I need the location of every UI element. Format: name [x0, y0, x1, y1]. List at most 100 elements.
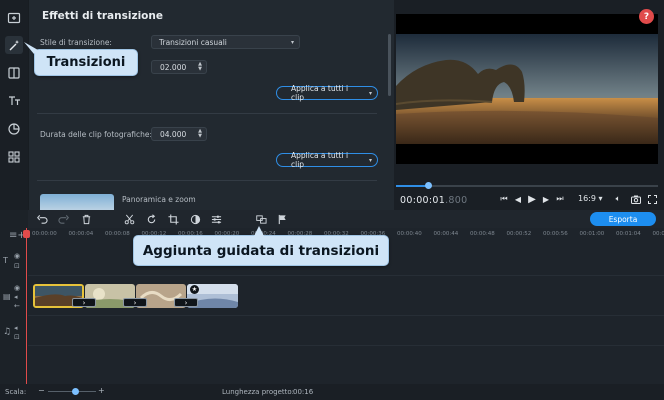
rail-import-button[interactable]: [5, 9, 23, 27]
transition-marker[interactable]: ›: [123, 298, 147, 307]
beach-arch-image: [396, 14, 658, 164]
playhead-handle[interactable]: [23, 230, 30, 238]
apply-all-photos-button[interactable]: Applica a tutti i clip ▾: [276, 151, 378, 169]
skip-end-button[interactable]: ⏭: [554, 193, 566, 205]
panel-title: Effetti di transizione: [42, 10, 163, 22]
aspect-ratio-select[interactable]: 16:9 ▾: [578, 194, 603, 203]
eye-icon[interactable]: ◉: [14, 252, 20, 260]
stickers-icon: [8, 123, 20, 135]
delete-button[interactable]: [80, 213, 92, 225]
crop-icon: [167, 213, 179, 225]
redo-icon: [57, 214, 69, 224]
undo-button[interactable]: [36, 213, 48, 225]
cut-button[interactable]: [123, 213, 135, 225]
star-icon: ★: [190, 285, 199, 294]
scrubber-progress: [396, 185, 428, 187]
scale-label: Scala:: [5, 388, 27, 396]
divider: [37, 113, 377, 114]
rail-more-button[interactable]: [5, 148, 23, 166]
divider: [37, 180, 377, 181]
pan-zoom-label: Panoramica e zoom: [122, 195, 196, 204]
step-back-button[interactable]: ◀: [512, 193, 524, 205]
chevron-down-icon: ▾: [368, 157, 372, 164]
filters-icon: [8, 67, 20, 79]
play-button[interactable]: ▶: [526, 193, 538, 205]
audio-track-icon: ♫: [3, 327, 12, 337]
ruler-tick-label: 00:00:44: [433, 231, 459, 237]
color-adjust-icon: [190, 214, 200, 224]
playback-scrubber[interactable]: [396, 182, 658, 189]
ruler-tick-label: 00:01:08: [652, 231, 664, 237]
transition-style-select[interactable]: Transizioni casuali ▾: [151, 35, 300, 49]
lock-icon[interactable]: ⊡: [14, 333, 20, 341]
speaker-icon[interactable]: ◂: [14, 324, 18, 332]
playhead[interactable]: [26, 228, 27, 384]
transition-wizard-icon: [255, 214, 267, 224]
play-icon: ▶: [528, 193, 536, 205]
export-button[interactable]: Esporta: [590, 212, 656, 226]
scale-slider-handle[interactable]: [72, 388, 79, 395]
rail-filters-button[interactable]: [5, 64, 23, 82]
ruler-tick-label: 00:00:48: [470, 231, 495, 237]
status-bar: Scala: − + Lunghezza progetto: 00:16: [0, 384, 664, 400]
scrubber-handle[interactable]: [425, 182, 432, 189]
eye-icon[interactable]: ◉: [14, 284, 20, 292]
fullscreen-button[interactable]: [646, 193, 658, 205]
skip-end-icon: ⏭: [556, 194, 564, 203]
rotate-icon: [147, 213, 155, 223]
timecode-main: 00:00:01: [400, 195, 446, 206]
ruler-tick-label: 00:00:04: [68, 231, 94, 237]
clip-properties-button[interactable]: [210, 213, 222, 225]
project-length-label: Lunghezza progetto:: [222, 388, 295, 396]
zoom-in-icon[interactable]: +: [98, 386, 105, 395]
chevron-down-icon: ▾: [290, 39, 294, 46]
redo-button[interactable]: [57, 213, 69, 225]
transition-duration-stepper[interactable]: 02.000 ▲ ▼: [151, 60, 207, 74]
panel-scrollbar[interactable]: [388, 34, 391, 96]
volume-button[interactable]: 🔈︎: [612, 193, 624, 205]
rotate-button[interactable]: [145, 213, 157, 225]
photo-duration-value: 04.000: [160, 130, 187, 139]
trash-icon: [82, 214, 90, 224]
zoom-out-icon[interactable]: −: [38, 386, 45, 395]
step-forward-button[interactable]: ▶: [540, 193, 552, 205]
arrow-icon[interactable]: ←: [14, 302, 20, 310]
transition-marker[interactable]: ›: [174, 298, 198, 307]
titles-icon: [9, 96, 20, 105]
preview-area: ? 00:00:01.800 ⏮ ◀ ▶ ▶ ⏭ 16:9 ▾ 🔈︎: [394, 0, 664, 210]
skip-start-button[interactable]: ⏮: [498, 193, 510, 205]
transition-wizard-button[interactable]: [255, 213, 267, 225]
camera-icon: [631, 195, 641, 204]
chevron-right-icon: ›: [184, 298, 188, 307]
lock-icon[interactable]: ⊡: [14, 262, 20, 270]
rail-titles-button[interactable]: [5, 92, 23, 110]
stepper-arrows-icon: ▲ ▼: [198, 128, 202, 139]
video-preview: [396, 14, 658, 164]
crop-button[interactable]: [167, 213, 179, 225]
chevron-right-icon: ›: [133, 298, 137, 307]
pan-zoom-thumbnail[interactable]: [40, 194, 114, 210]
ruler-tick-label: 00:01:04: [616, 231, 641, 237]
rail-stickers-button[interactable]: [5, 120, 23, 138]
stepper-arrows-icon: ▲ ▼: [198, 61, 202, 72]
rail-transitions-button[interactable]: [5, 36, 23, 54]
grid-icon: [8, 151, 20, 163]
audio-track: [28, 316, 664, 346]
step-back-icon: ◀: [514, 194, 522, 204]
help-button[interactable]: ?: [639, 9, 654, 24]
track-controls: ≡+ T ◉ ⊡ ▤ ◉ ◂ ← ♫ ◂ ⊡: [0, 228, 28, 384]
snapshot-button[interactable]: [630, 193, 642, 205]
step-forward-icon: ▶: [542, 194, 550, 204]
chevron-right-icon: ›: [82, 298, 86, 307]
sliders-icon: [211, 215, 221, 223]
transition-marker[interactable]: ›: [72, 298, 96, 307]
apply-all-transitions-button[interactable]: Applica a tutti i clip ▾: [276, 84, 378, 102]
project-length-value: 00:16: [293, 388, 314, 396]
ruler-tick-label: 00:00:52: [506, 231, 532, 237]
marker-button[interactable]: [276, 213, 288, 225]
transition-style-label: Stile di transizione:: [40, 38, 112, 47]
ruler-tick-label: 00:00:00: [32, 231, 57, 237]
photo-duration-stepper[interactable]: 04.000 ▲ ▼: [151, 127, 207, 141]
speaker-icon[interactable]: ◂: [14, 293, 18, 301]
color-adjust-button[interactable]: [189, 213, 201, 225]
